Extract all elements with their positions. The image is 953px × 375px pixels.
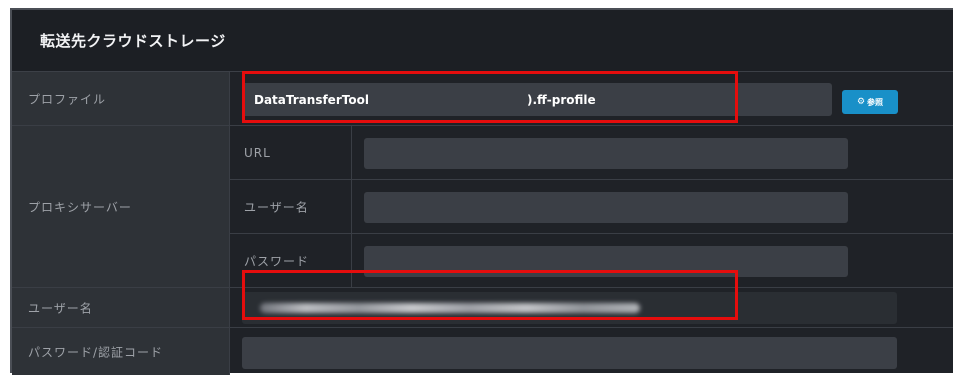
proxy-label: プロキシサーバー	[28, 200, 132, 214]
browse-button[interactable]: ⚙ 参照	[842, 90, 898, 114]
proxy-username-label: ユーザー名	[244, 200, 309, 214]
proxy-password-label: パスワード	[244, 254, 310, 269]
username-input[interactable]	[242, 292, 897, 324]
cloud-storage-settings-panel: 転送先クラウドストレージ プロファイル DataTransferTool ).f…	[10, 8, 953, 375]
proxy-password-label-cell: パスワード	[230, 234, 352, 288]
profile-value-extension: ).ff-profile	[527, 92, 596, 107]
proxy-url-label-cell: URL	[230, 126, 352, 179]
password-code-label: パスワード/認証コード	[28, 345, 164, 359]
proxy-url-input[interactable]	[364, 138, 848, 169]
section-title: 転送先クラウドストレージ	[40, 32, 226, 50]
proxy-password-row: パスワード	[230, 234, 953, 288]
proxy-server-block: プロキシサーバー URL ユーザー名 パスワード	[12, 126, 953, 288]
username-label: ユーザー名	[28, 301, 93, 315]
proxy-username-input[interactable]	[364, 192, 848, 223]
gear-icon: ⚙	[856, 97, 866, 107]
password-code-row: パスワード/認証コード	[12, 328, 953, 375]
proxy-username-row: ユーザー名	[230, 180, 953, 234]
proxy-label-cell: プロキシサーバー	[12, 126, 230, 287]
section-header: 転送先クラウドストレージ	[12, 10, 953, 72]
profile-label: プロファイル	[28, 92, 107, 106]
browse-label: 参照	[867, 97, 884, 107]
profile-field[interactable]: DataTransferTool ).ff-profile	[242, 83, 832, 116]
proxy-username-label-cell: ユーザー名	[230, 180, 352, 233]
profile-row: プロファイル DataTransferTool ).ff-profile ⚙ 参…	[12, 72, 953, 126]
proxy-url-row: URL	[230, 126, 953, 180]
username-row: ユーザー名	[12, 288, 953, 328]
profile-label-cell: プロファイル	[12, 72, 230, 125]
username-label-cell: ユーザー名	[12, 288, 230, 327]
proxy-url-label: URL	[244, 145, 271, 160]
password-code-label-cell: パスワード/認証コード	[12, 328, 230, 375]
password-code-input[interactable]	[242, 337, 897, 369]
username-redacted-value	[260, 303, 640, 313]
profile-value-name: DataTransferTool	[254, 92, 369, 107]
proxy-password-input[interactable]	[364, 246, 848, 277]
